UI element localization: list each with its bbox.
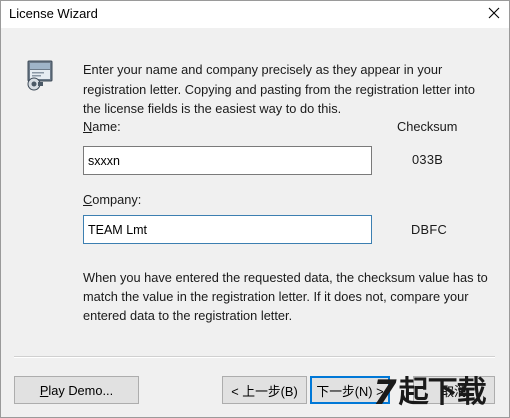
checksum-note: When you have entered the requested data… [83, 270, 488, 323]
watermark-logo: 7 起下载 [373, 371, 507, 415]
play-demo-button[interactable]: Play Demo... [14, 376, 139, 404]
name-checksum: 033B [412, 152, 444, 167]
license-app-icon [25, 59, 55, 93]
company-input[interactable] [83, 215, 372, 244]
company-checksum: DBFC [411, 222, 448, 237]
intro-text: Enter your name and company precisely as… [83, 62, 475, 116]
watermark-seven: 7 [373, 373, 397, 413]
watermark-text: 起下载 [398, 375, 487, 410]
window-title: License Wizard [9, 6, 98, 21]
close-button[interactable] [479, 1, 509, 28]
license-wizard-window: License Wizard Enter your name and compa… [0, 0, 510, 418]
name-input[interactable] [83, 146, 372, 175]
separator [14, 356, 495, 358]
name-label: Name: [83, 119, 121, 134]
checksum-header: Checksum [397, 119, 458, 134]
close-icon [488, 7, 500, 22]
back-button[interactable]: < 上一步(B) [222, 376, 307, 404]
company-label: Company: [83, 192, 142, 207]
title-bar: License Wizard [1, 1, 509, 28]
